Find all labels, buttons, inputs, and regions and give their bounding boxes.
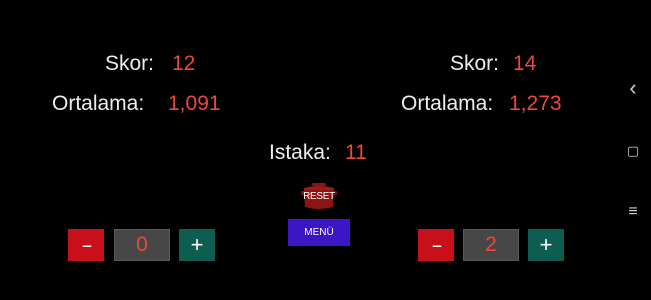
right-score-label: Skor:: [450, 52, 500, 75]
left-average-label: Ortalama:: [52, 92, 145, 115]
reset-button[interactable]: RESET: [301, 183, 337, 211]
menu-button[interactable]: MENÜ: [288, 219, 350, 246]
left-plus-button[interactable]: +: [179, 229, 215, 261]
right-plus-button[interactable]: +: [528, 229, 564, 261]
right-minus-button[interactable]: --: [418, 229, 454, 261]
back-icon[interactable]: ‹: [620, 77, 646, 99]
recents-icon[interactable]: ≡: [620, 204, 646, 220]
istaka-value: 11: [345, 141, 367, 164]
left-average-value: 1,091: [168, 92, 221, 115]
right-average-value: 1,273: [509, 92, 562, 115]
istaka-label: Istaka:: [269, 141, 331, 164]
reset-label: RESET: [303, 191, 335, 202]
left-counter: 0: [114, 229, 170, 261]
right-counter: 2: [463, 229, 519, 261]
left-minus-button[interactable]: --: [68, 229, 104, 261]
right-average-label: Ortalama:: [401, 92, 494, 115]
left-score-value: 12: [172, 52, 196, 75]
right-score-value: 14: [513, 52, 537, 75]
left-score-label: Skor:: [105, 52, 155, 75]
home-icon[interactable]: ▢: [620, 144, 646, 158]
